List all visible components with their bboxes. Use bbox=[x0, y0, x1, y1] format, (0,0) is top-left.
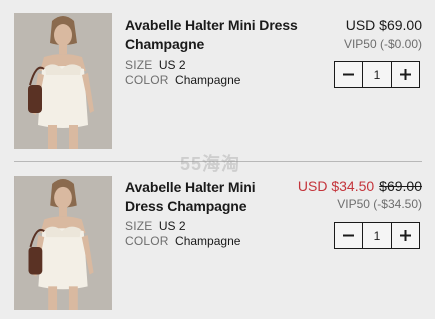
product-name[interactable]: Avabelle Halter Mini Dress Champagne bbox=[125, 178, 265, 216]
product-image[interactable] bbox=[14, 13, 112, 149]
promo-discount: VIP50 (-$0.00) bbox=[343, 37, 422, 51]
quantity-value[interactable]: 1 bbox=[363, 62, 391, 87]
size-value: US 2 bbox=[158, 58, 186, 72]
plus-icon bbox=[400, 69, 411, 80]
product-image[interactable] bbox=[14, 176, 112, 310]
size-attribute: SIZE US 2 bbox=[125, 58, 186, 73]
size-value: US 2 bbox=[158, 219, 186, 233]
product-name[interactable]: Avabelle Halter Mini Dress Champagne bbox=[125, 16, 305, 54]
quantity-stepper: 1 bbox=[334, 222, 420, 249]
cart-item: Avabelle Halter Mini Dress Champagne SIZ… bbox=[0, 164, 435, 319]
color-attribute: COLOR Champagne bbox=[125, 73, 240, 88]
size-label: SIZE bbox=[125, 58, 153, 72]
minus-icon bbox=[343, 234, 354, 237]
color-label: COLOR bbox=[125, 234, 169, 248]
sale-price: USD $34.50 bbox=[297, 178, 375, 194]
quantity-value[interactable]: 1 bbox=[363, 223, 391, 248]
increase-quantity-button[interactable] bbox=[391, 62, 419, 87]
product-photo bbox=[14, 176, 112, 310]
product-photo bbox=[14, 13, 112, 149]
size-label: SIZE bbox=[125, 219, 153, 233]
minus-icon bbox=[343, 73, 354, 76]
promo-discount: VIP50 (-$34.50) bbox=[337, 197, 422, 211]
color-attribute: COLOR Champagne bbox=[125, 234, 240, 249]
quantity-stepper: 1 bbox=[334, 61, 420, 88]
color-value: Champagne bbox=[175, 234, 241, 248]
increase-quantity-button[interactable] bbox=[391, 223, 419, 248]
color-value: Champagne bbox=[175, 73, 241, 87]
plus-icon bbox=[400, 230, 411, 241]
item-price: USD $69.00 bbox=[345, 17, 422, 33]
color-label: COLOR bbox=[125, 73, 169, 87]
decrease-quantity-button[interactable] bbox=[335, 62, 363, 87]
original-price: $69.00 bbox=[379, 178, 422, 194]
decrease-quantity-button[interactable] bbox=[335, 223, 363, 248]
size-attribute: SIZE US 2 bbox=[125, 219, 186, 234]
cart-item: Avabelle Halter Mini Dress Champagne SIZ… bbox=[0, 0, 435, 160]
item-price: USD $34.50 $69.00 bbox=[298, 178, 422, 194]
